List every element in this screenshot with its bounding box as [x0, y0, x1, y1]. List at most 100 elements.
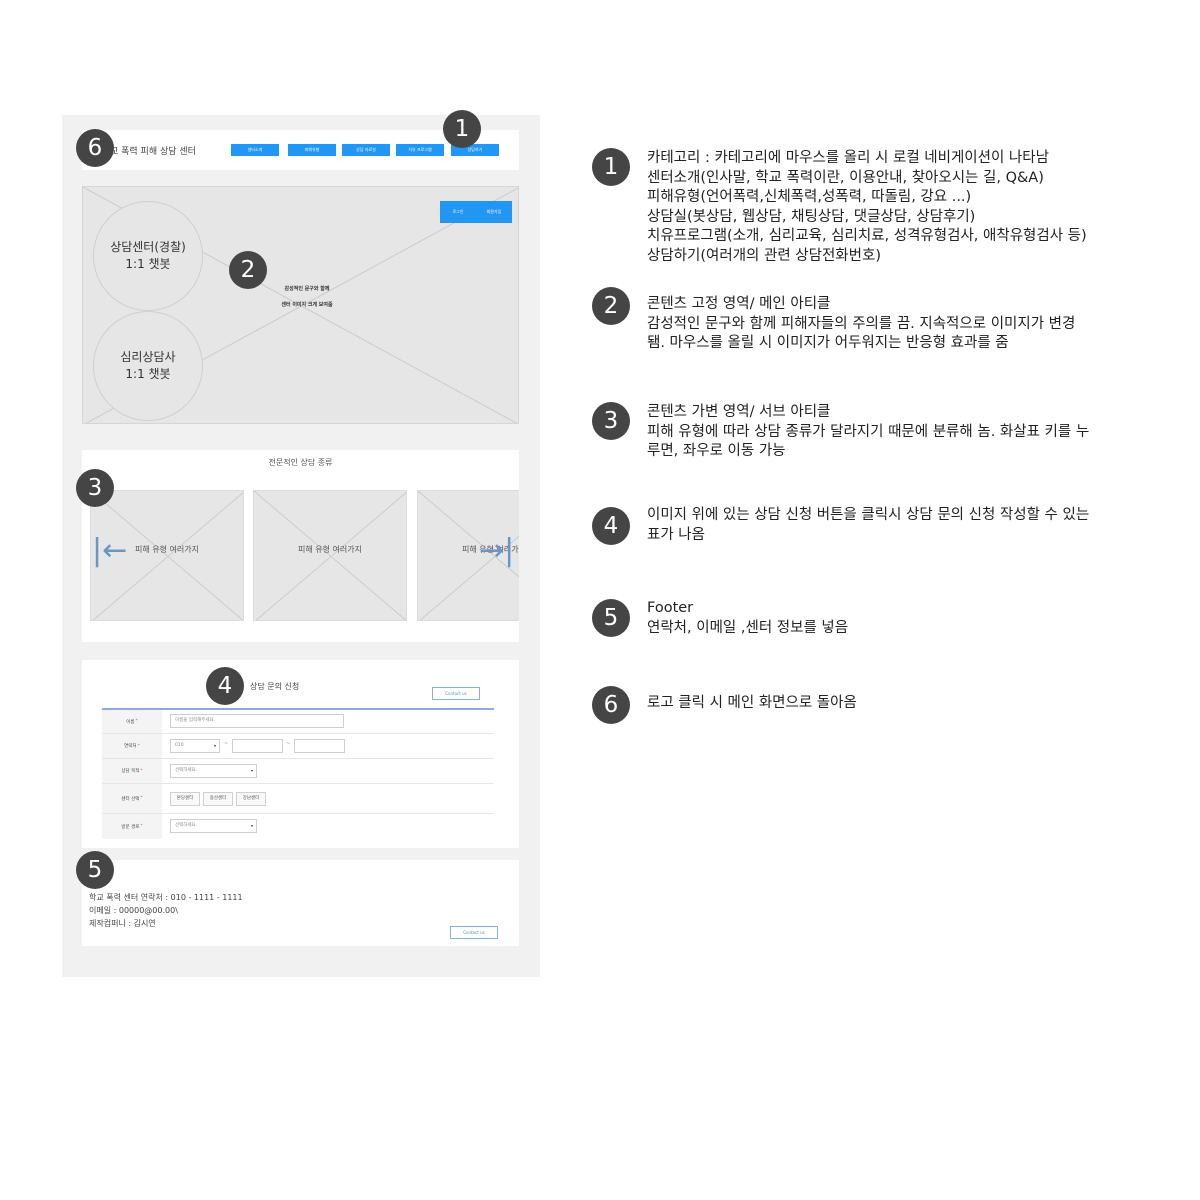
chatbot-police-sub: 1:1 챗봇 — [125, 257, 171, 271]
badge-5: 5 — [76, 851, 114, 889]
label-text: 방문 경로 — [121, 824, 140, 830]
chevron-down-icon: ▾ — [250, 823, 253, 828]
description-3: 콘텐츠 가변 영역/ 서브 아티클 피해 유형에 따라 상담 종류가 달라지기 … — [647, 403, 1089, 462]
chatbot-counselor-circle[interactable]: 심리상담사 1:1 챗봇 — [93, 311, 203, 421]
badge-1: 1 — [443, 110, 481, 148]
form-label: 센터 선택 * — [102, 784, 162, 813]
desc-line: 카테고리 : 카테고리에 마우스를 올리 시 로컬 네비게이션이 나타남 — [647, 150, 1049, 166]
counsel-types-section: 전문적인 상담 종류 피해 유형 여러가지 피해 유형 여러가지 피해 유형 여… — [82, 450, 519, 642]
label-text: 센터 선택 — [121, 796, 140, 802]
nav-healing-program[interactable]: 치유 프로그램 — [396, 144, 444, 156]
required-mark: * — [137, 743, 140, 749]
desc-line: 피해유형(언어폭력,신체폭력,성폭력, 따돌림, 강요 ...) — [647, 189, 972, 205]
phone-last-input[interactable] — [294, 739, 345, 753]
footer-email: 이메일 : 00000@00.00\ — [89, 906, 178, 915]
badge-2: 2 — [229, 251, 267, 289]
desc-badge-4: 4 — [592, 507, 630, 545]
label-text: 연락처 — [124, 744, 137, 749]
desc-line: 로고 클릭 시 메인 화면으로 돌아옴 — [647, 695, 857, 711]
description-4: 이미지 위에 있는 상담 신청 버튼을 클릭시 상담 문의 신청 작성할 수 있… — [647, 506, 1089, 545]
badge-6: 6 — [76, 129, 114, 167]
desc-line: 콘텐츠 고정 영역/ 메인 아티클 — [647, 296, 831, 312]
desc-badge-1: 1 — [592, 148, 630, 186]
required-mark: * — [140, 824, 143, 829]
desc-line: 상담하기(여러개의 관련 상담전화번호) — [647, 247, 881, 264]
footer-phone: 학교 폭력 센터 연락처 : 010 - 1111 - 1111 — [89, 893, 243, 902]
form-row-route: 방문 경로 * 선택하세요. ▾ — [102, 814, 494, 839]
form-row-name: 이름 * 이름을 입력해주세요. — [102, 710, 494, 734]
desc-badge-6: 6 — [592, 686, 630, 724]
route-select[interactable]: 선택하세요. ▾ — [170, 819, 257, 833]
description-2: 콘텐츠 고정 영역/ 메인 아티클 감성적인 문구와 함께 피해자들의 주의를 … — [647, 295, 1075, 354]
desc-line: 이미지 위에 있는 상담 신청 버튼을 클릭시 상담 문의 신청 작성할 수 있… — [647, 507, 1090, 523]
phone-dash: ~ — [286, 741, 291, 747]
label-text: 이름 — [126, 719, 135, 725]
nav-counsel-room[interactable]: 상담 자료실 — [342, 144, 390, 156]
category-select[interactable]: 선택하세요. ▾ — [170, 764, 257, 778]
site-logo[interactable]: 교 폭력 피해 상담 센터 — [110, 144, 196, 157]
form-row-phone: 연락처 * 010 ▾ ~ ~ — [102, 734, 494, 759]
label-text: 상담 목적 — [121, 769, 140, 774]
form-title: 상담 문의 신청 — [250, 682, 300, 691]
image-placeholder-lines — [254, 491, 406, 620]
signup-button[interactable]: 회원가입 — [476, 201, 512, 223]
chevron-down-icon: ▾ — [250, 768, 253, 773]
form-label: 연락처 * — [102, 734, 162, 758]
login-button[interactable]: 로그인 — [440, 201, 476, 223]
description-5: Footer 연락처, 이메일 ,센터 정보를 넣음 — [647, 599, 848, 638]
footer-company: 제작컴퍼니 : 김시연 — [89, 919, 156, 928]
route-value: 선택하세요. — [175, 823, 198, 828]
badge-4: 4 — [206, 667, 244, 705]
description-1: 카테고리 : 카테고리에 마우스를 올리 시 로컬 네비게이션이 나타남 센터소… — [647, 149, 1087, 266]
required-mark: * — [140, 796, 143, 801]
desc-line: 센터소개(인사말, 학교 폭력이란, 이용안내, 찾아오시는 길, Q&A) — [647, 169, 1044, 186]
phone-middle-input[interactable] — [232, 739, 283, 753]
type-card[interactable]: 피해 유형 여러가지 — [253, 490, 407, 621]
nav-center-intro[interactable]: 센터소개 — [231, 144, 279, 156]
nav-damage-types[interactable]: 피해유형 — [288, 144, 336, 156]
form-label: 상담 목적 * — [102, 759, 162, 783]
center-option[interactable]: 본당센터 — [170, 792, 200, 806]
desc-badge-5: 5 — [592, 599, 630, 637]
desc-line: 콘텐츠 가변 영역/ 서브 아티클 — [647, 404, 831, 420]
center-option[interactable]: 강남센터 — [236, 792, 266, 806]
hero-main-article[interactable]: 상담센터(경찰) 1:1 챗봇 심리상담사 1:1 챗봇 감성적인 문구와 함께… — [82, 186, 519, 424]
type-card-label: 피해 유형 여러가지 — [298, 545, 362, 554]
description-6: 로고 클릭 시 메인 화면으로 돌아옴 — [647, 694, 857, 714]
site-footer: 학교 폭력 센터 연락처 : 010 - 1111 - 1111 이메일 : 0… — [82, 860, 519, 946]
phone-prefix-select[interactable]: 010 ▾ — [170, 739, 220, 753]
center-option[interactable]: 용산센터 — [203, 792, 233, 806]
required-mark: * — [135, 719, 138, 724]
desc-line: 상담실(봇상담, 웹상담, 채팅상담, 댓글상담, 상담후기) — [647, 208, 976, 225]
arrow-right-icon[interactable]: →| — [479, 536, 514, 566]
chatbot-counselor-title: 심리상담사 — [120, 350, 176, 364]
desc-line: 연락처, 이메일 ,센터 정보를 넣음 — [647, 619, 849, 636]
chatbot-police-circle[interactable]: 상담센터(경찰) 1:1 챗봇 — [93, 201, 203, 311]
desc-badge-2: 2 — [592, 287, 630, 325]
chatbot-counselor-sub: 1:1 챗봇 — [125, 367, 171, 381]
required-mark: * — [140, 768, 143, 774]
desc-line: 감성적인 문구와 함께 피해자들의 주의를 끔. 지속적으로 이미지가 변경 — [647, 315, 1076, 332]
arrow-left-icon[interactable]: |← — [92, 536, 127, 566]
footer-contact-button[interactable]: Contact us — [450, 926, 498, 939]
counsel-request-form: 상담 문의 신청 Contact us 이름 * 이름을 입력해주세요. 연락처 *… — [82, 660, 519, 848]
chatbot-police-title: 상담센터(경찰) — [110, 240, 186, 254]
form-row-category: 상담 목적 * 선택하세요. ▾ — [102, 759, 494, 784]
desc-line: 됌. 마우스를 올릴 시 이미지가 어두워지는 반응형 효과를 줌 — [647, 335, 1009, 351]
chevron-down-icon: ▾ — [213, 743, 216, 748]
desc-line: 표가 나옴 — [647, 526, 705, 543]
contact-us-button[interactable]: Contact us — [432, 687, 480, 700]
phone-dash: ~ — [224, 741, 229, 747]
form-row-center: 센터 선택 * 본당센터 용산센터 강남센터 — [102, 784, 494, 814]
badge-3: 3 — [76, 469, 114, 507]
desc-line: 루면, 좌우로 이동 가능 — [647, 443, 786, 459]
name-input[interactable]: 이름을 입력해주세요. — [170, 714, 344, 728]
desc-line: 치유프로그램(소개, 심리교육, 심리치료, 성격유형검사, 애착유형검사 등) — [647, 228, 1087, 244]
desc-badge-3: 3 — [592, 402, 630, 440]
desc-line: Footer — [647, 600, 694, 616]
desc-line: 피해 유형에 따라 상담 종류가 달라지기 때문에 분류해 놈. 화살표 키를 … — [647, 423, 1090, 440]
phone-prefix-value: 010 — [175, 743, 184, 748]
form-label: 이름 * — [102, 710, 162, 733]
hero-caption-2: 센터 이미지 크게 보여줌 — [281, 302, 333, 308]
category-value: 선택하세요. — [175, 768, 198, 773]
